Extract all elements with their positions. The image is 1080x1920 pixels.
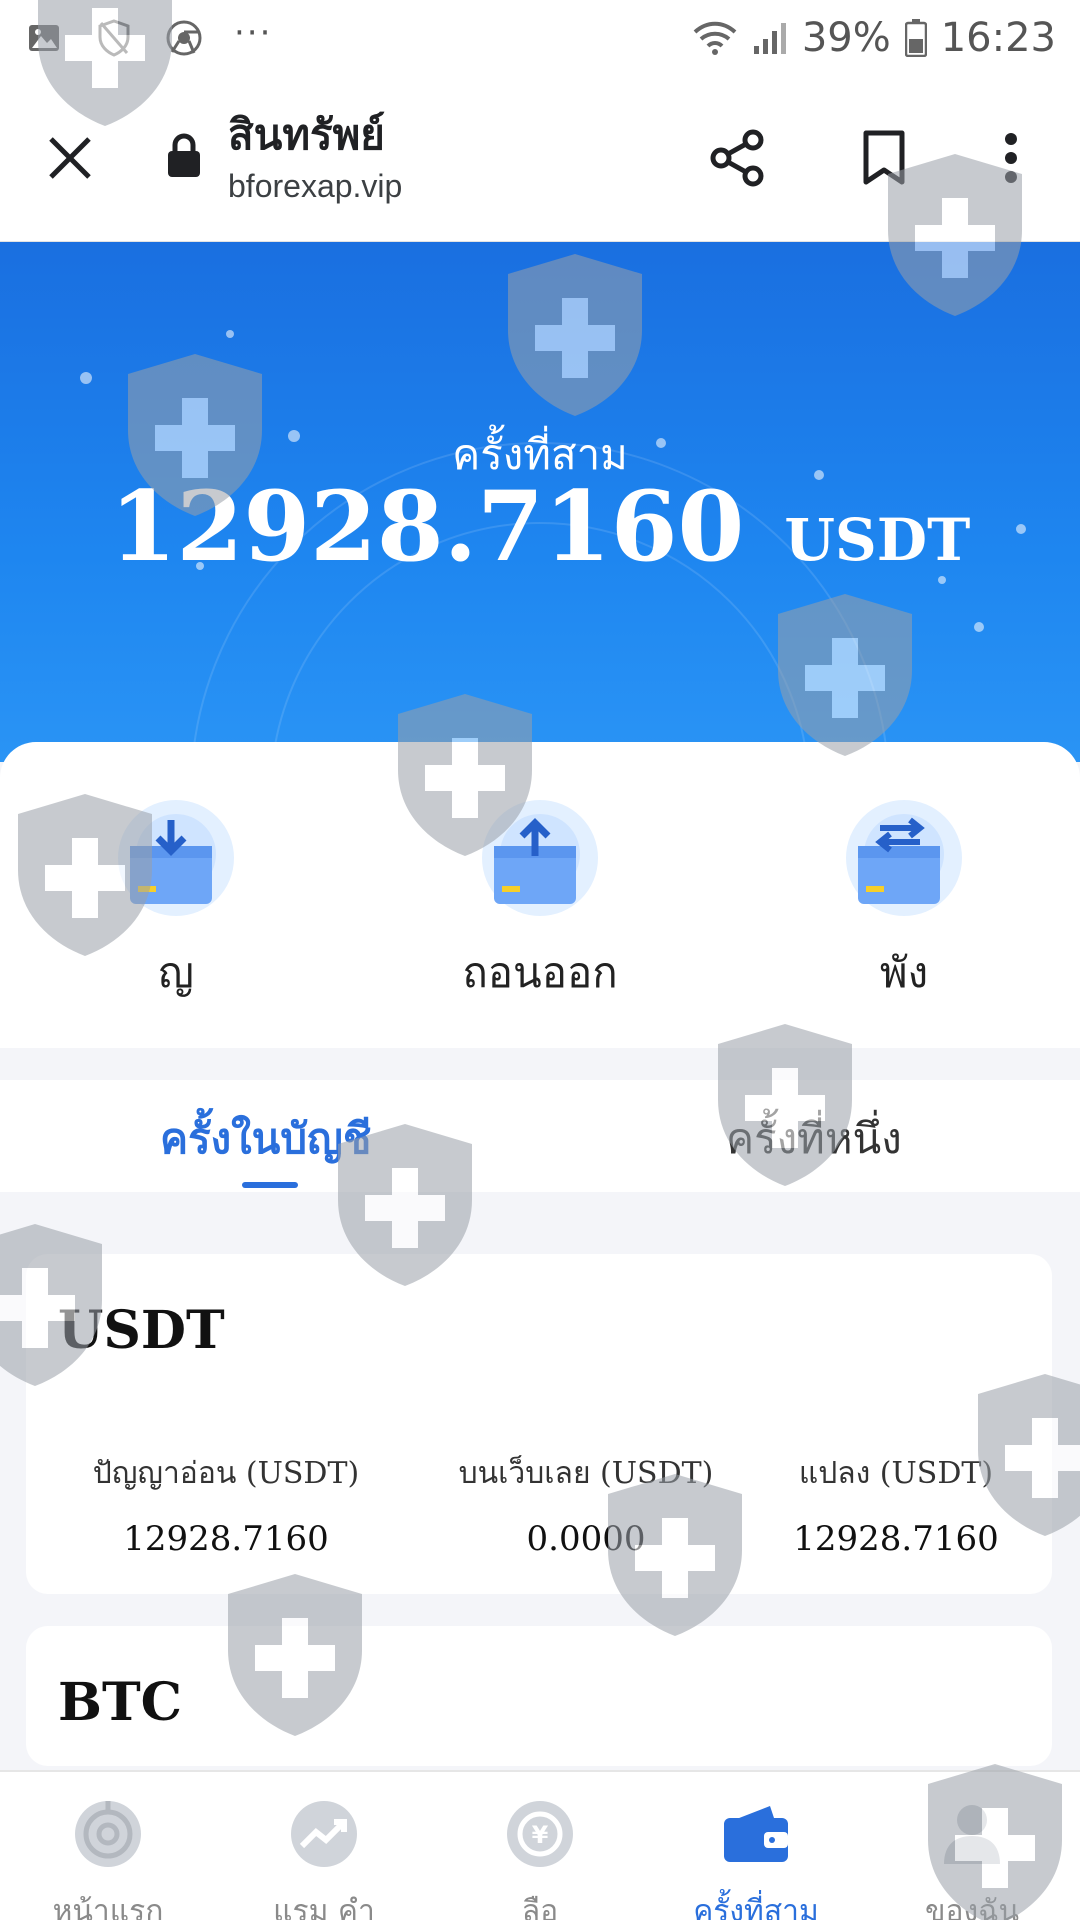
nav-label: ของฉัน [924, 1894, 1020, 1920]
signal-strength-icon [752, 20, 788, 56]
stat-value: 12928.7160 [123, 1519, 329, 1559]
wallet-icon [716, 1794, 796, 1874]
stat-label: บนเว็บเลย (USDT) [458, 1456, 714, 1491]
account-tabs: ครั้งในบัญชี ครั้งที่หนึ่ง [0, 1080, 1080, 1192]
share-button[interactable] [706, 126, 770, 190]
decorative-dot [80, 372, 92, 384]
decorative-dot [974, 622, 984, 632]
decorative-dot [226, 330, 234, 338]
currency-card-usdt[interactable]: USDT ปัญญาอ่อน (USDT) 12928.7160 บนเว็บเ… [26, 1254, 1052, 1594]
currency-name: BTC [58, 1672, 183, 1733]
status-bar: ··· 39% 16:23 [0, 0, 1080, 76]
gallery-notification-icon [24, 18, 64, 58]
bookmark-button[interactable] [852, 126, 916, 190]
converted-balance-stat: แปลง (USDT) 12928.7160 [766, 1450, 1026, 1559]
bottom-navigation: หน้าแรก แรม คำ ¥ ลือ ครั้งที่สาม ของฉัน [0, 1770, 1080, 1920]
tab-account[interactable]: ครั้งในบัญชี [160, 1106, 371, 1172]
available-balance-stat: ปัญญาอ่อน (USDT) 12928.7160 [66, 1450, 386, 1559]
withdraw-icon [480, 798, 600, 918]
battery-percentage: 39% [801, 15, 891, 61]
nav-label: ครั้งที่สาม [693, 1894, 819, 1920]
svg-text:¥: ¥ [532, 1821, 549, 1849]
nav-item-assets[interactable]: ครั้งที่สาม [648, 1794, 864, 1920]
transfer-button[interactable]: พัง [784, 798, 1024, 1006]
total-assets-value: 12928.7160 USDT [0, 470, 1080, 583]
transfer-label: พัง [879, 948, 929, 997]
overflow-menu-button[interactable] [986, 126, 1036, 190]
page-url[interactable]: bforexap.vip [228, 168, 402, 205]
nav-label: ลือ [521, 1894, 559, 1920]
total-assets-unit: USDT [784, 506, 971, 574]
currency-exchange-icon: ¥ [500, 1794, 580, 1874]
asset-summary-banner: ครั้งที่สาม 12928.7160 USDT [0, 242, 1080, 762]
active-tab-indicator [242, 1182, 298, 1188]
home-target-icon [68, 1794, 148, 1874]
withdraw-button[interactable]: ถอนออก [420, 798, 660, 1006]
stat-label: ปัญญาอ่อน (USDT) [92, 1456, 360, 1491]
trend-chart-icon [284, 1794, 364, 1874]
clock: 16:23 [940, 15, 1056, 61]
close-button[interactable] [40, 128, 100, 188]
more-notifications-indicator: ··· [234, 13, 273, 53]
bookmark-icon [863, 130, 905, 185]
frozen-balance-stat: บนเว็บเลย (USDT) 0.0000 [426, 1450, 746, 1559]
nav-item-trade[interactable]: แรม คำ [216, 1794, 432, 1920]
nav-label: หน้าแรก [52, 1894, 164, 1920]
wifi-icon [692, 20, 738, 56]
nav-item-home[interactable]: หน้าแรก [0, 1794, 216, 1920]
nav-item-profile[interactable]: ของฉัน [864, 1794, 1080, 1920]
total-assets-amount: 12928.7160 [109, 470, 745, 583]
currency-name: USDT [58, 1300, 225, 1361]
nav-label: แรม คำ [273, 1894, 375, 1920]
more-vert-icon [1005, 133, 1017, 183]
transfer-icon [844, 798, 964, 918]
stat-value: 0.0000 [526, 1519, 646, 1559]
withdraw-label: ถอนออก [462, 948, 618, 997]
lock-icon [166, 132, 206, 182]
tab-other-account[interactable]: ครั้งที่หนึ่ง [726, 1106, 902, 1172]
quick-actions-card: ญ ถอนออก พัง [0, 742, 1080, 1048]
shield-off-notification-icon [94, 18, 134, 58]
stat-value: 12928.7160 [793, 1519, 999, 1559]
deposit-button[interactable]: ญ [56, 798, 296, 1006]
deposit-label: ญ [158, 948, 194, 997]
chrome-notification-icon [164, 18, 204, 58]
share-icon [710, 129, 764, 187]
close-icon [49, 137, 91, 179]
currency-card-btc[interactable]: BTC [26, 1626, 1052, 1766]
battery-icon [904, 19, 927, 57]
user-icon [932, 1794, 1012, 1874]
deposit-icon [116, 798, 236, 918]
stat-label: แปลง (USDT) [798, 1456, 994, 1491]
page-title: สินทรัพย์ [228, 110, 385, 159]
nav-item-exchange[interactable]: ¥ ลือ [432, 1794, 648, 1920]
browser-toolbar: สินทรัพย์ bforexap.vip [0, 76, 1080, 242]
